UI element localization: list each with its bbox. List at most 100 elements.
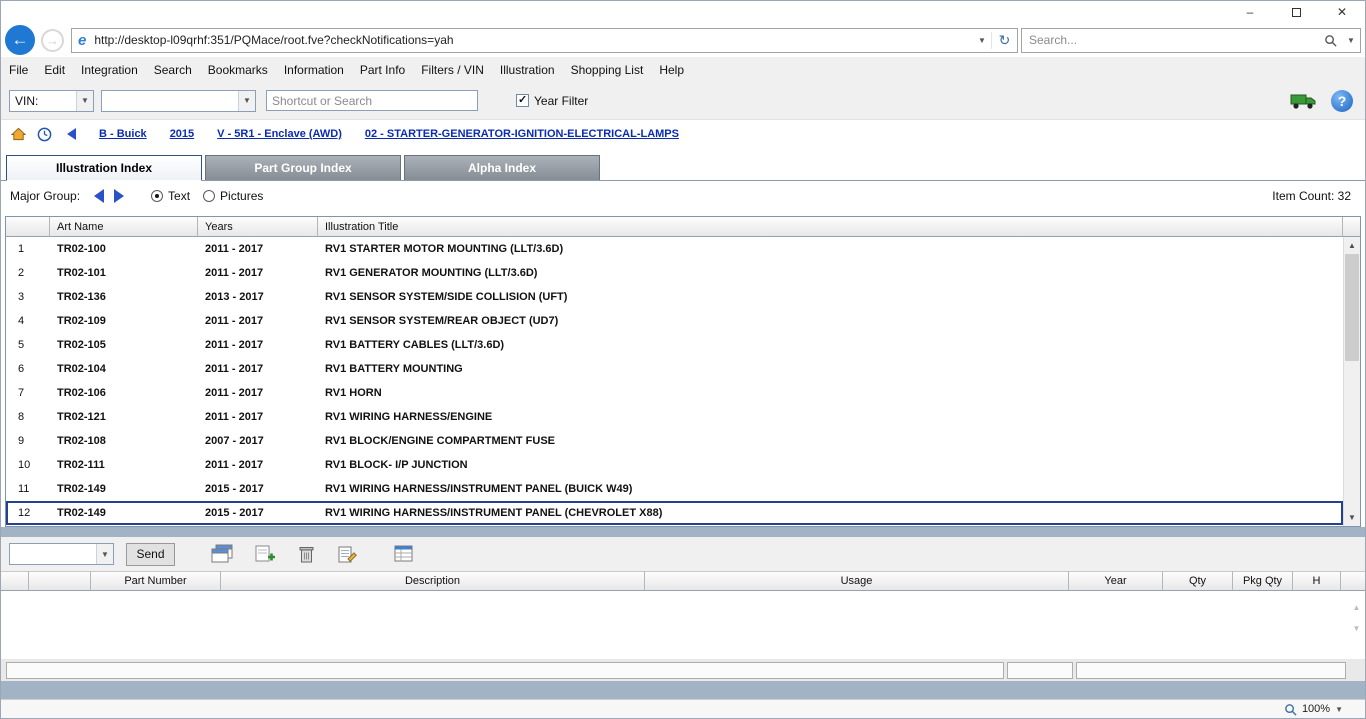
home-icon[interactable]	[11, 127, 26, 141]
row-number-cell: 1	[6, 243, 50, 255]
illustration-table-row[interactable]: 5 TR02-105 2011 - 2017 RV1 BATTERY CABLE…	[6, 333, 1343, 357]
major-group-prev-icon[interactable]	[94, 189, 104, 203]
menu-integration[interactable]: Integration	[73, 63, 146, 77]
scrollbar-thumb[interactable]	[1345, 254, 1359, 361]
delete-trash-icon[interactable]	[297, 544, 316, 564]
minimize-button[interactable]: –	[1227, 1, 1273, 23]
art-name-cell: TR02-136	[50, 291, 198, 303]
menu-edit[interactable]: Edit	[36, 63, 73, 77]
illustration-table-row[interactable]: 9 TR02-108 2007 - 2017 RV1 BLOCK/ENGINE …	[6, 429, 1343, 453]
back-button[interactable]: ←	[5, 25, 35, 55]
parts-header-qty[interactable]: Qty	[1163, 571, 1233, 591]
header-art-name[interactable]: Art Name	[50, 217, 198, 237]
illustration-table-row[interactable]: 10 TR02-111 2011 - 2017 RV1 BLOCK- I/P J…	[6, 453, 1343, 477]
illustration-table-row[interactable]: 3 TR02-136 2013 - 2017 RV1 SENSOR SYSTEM…	[6, 285, 1343, 309]
history-clock-icon[interactable]	[37, 127, 52, 142]
menu-search[interactable]: Search	[146, 63, 200, 77]
zoom-level: 100%	[1302, 703, 1330, 715]
model-dropdown-caret-icon: ▼	[238, 91, 255, 111]
add-item-icon[interactable]	[254, 544, 276, 564]
address-bar[interactable]: e ▼ ↻	[71, 28, 1018, 53]
menu-illustration[interactable]: Illustration	[492, 63, 563, 77]
help-icon[interactable]: ?	[1331, 90, 1353, 112]
search-icon[interactable]	[1318, 34, 1342, 47]
parts-header-description[interactable]: Description	[221, 571, 645, 591]
text-radio[interactable]: Text	[151, 189, 190, 203]
breadcrumb-link-year[interactable]: 2015	[170, 128, 194, 140]
report-list-icon[interactable]	[393, 544, 415, 564]
menu-shopping-list[interactable]: Shopping List	[563, 63, 652, 77]
url-input[interactable]	[92, 29, 973, 52]
parts-scrollbar[interactable]: ▲ ▼	[1348, 591, 1365, 659]
major-group-label: Major Group:	[10, 189, 80, 203]
scroll-down-icon[interactable]: ▼	[1344, 509, 1360, 526]
illustration-table-row[interactable]: 4 TR02-109 2011 - 2017 RV1 SENSOR SYSTEM…	[6, 309, 1343, 333]
breadcrumb-back-icon[interactable]	[67, 128, 76, 140]
shortcut-search-input[interactable]	[266, 90, 478, 111]
illustration-table-row[interactable]: 11 TR02-149 2015 - 2017 RV1 WIRING HARNE…	[6, 477, 1343, 501]
parts-toolbar: ▼ Send	[1, 537, 1365, 571]
tab-part-group-index[interactable]: Part Group Index	[205, 155, 401, 180]
breadcrumb-link-group[interactable]: 02 - STARTER-GENERATOR-IGNITION-ELECTRIC…	[365, 128, 679, 140]
parts-header-year[interactable]: Year	[1069, 571, 1163, 591]
parts-scroll-up-icon[interactable]: ▲	[1353, 603, 1361, 612]
header-row-number[interactable]	[6, 217, 50, 237]
send-button[interactable]: Send	[126, 543, 175, 566]
header-years[interactable]: Years	[198, 217, 318, 237]
parts-header-h[interactable]: H	[1293, 571, 1341, 591]
parts-header-pkg-qty[interactable]: Pkg Qty	[1233, 571, 1293, 591]
parts-action-dropdown[interactable]: ▼	[9, 543, 114, 565]
search-dropdown-icon[interactable]: ▼	[1342, 36, 1360, 45]
row-number-cell: 6	[6, 363, 50, 375]
maximize-button[interactable]	[1273, 1, 1319, 23]
edit-note-icon[interactable]	[337, 544, 358, 564]
close-button[interactable]: ✕	[1319, 1, 1365, 23]
header-illustration-title[interactable]: Illustration Title	[318, 217, 1343, 237]
illustration-table-row[interactable]: 7 TR02-106 2011 - 2017 RV1 HORN	[6, 381, 1343, 405]
zoom-control[interactable]: 100% ▼	[1284, 703, 1343, 716]
menu-file[interactable]: File	[1, 63, 36, 77]
illustration-table-row[interactable]: 8 TR02-121 2011 - 2017 RV1 WIRING HARNES…	[6, 405, 1343, 429]
scrollbar-track[interactable]	[1344, 254, 1360, 509]
menu-part-info[interactable]: Part Info	[352, 63, 413, 77]
tab-illustration-index[interactable]: Illustration Index	[6, 155, 202, 181]
model-dropdown[interactable]: ▼	[101, 90, 256, 112]
parts-action-caret-icon: ▼	[96, 544, 113, 564]
breadcrumb-link-make[interactable]: B - Buick	[99, 128, 147, 140]
major-group-next-icon[interactable]	[114, 189, 124, 203]
menu-help[interactable]: Help	[651, 63, 692, 77]
breadcrumb-link-model[interactable]: V - 5R1 - Enclave (AWD)	[217, 128, 342, 140]
address-dropdown-icon[interactable]: ▼	[973, 36, 991, 45]
illustration-title-cell: RV1 WIRING HARNESS/INSTRUMENT PANEL (BUI…	[318, 483, 1343, 495]
illustration-table-row[interactable]: 2 TR02-101 2011 - 2017 RV1 GENERATOR MOU…	[6, 261, 1343, 285]
panel-splitter[interactable]	[1, 527, 1365, 537]
open-window-icon[interactable]	[211, 544, 233, 564]
forward-arrow-icon: →	[46, 33, 59, 48]
parts-header-part-number[interactable]: Part Number	[91, 571, 221, 591]
row-number-cell: 2	[6, 267, 50, 279]
parts-scroll-down-icon[interactable]: ▼	[1353, 624, 1361, 633]
parts-header-usage[interactable]: Usage	[645, 571, 1069, 591]
scroll-up-icon[interactable]: ▲	[1344, 237, 1360, 254]
refresh-icon[interactable]: ↻	[991, 32, 1017, 49]
menu-bookmarks[interactable]: Bookmarks	[200, 63, 276, 77]
year-filter-checkbox[interactable]	[516, 94, 529, 107]
forward-button[interactable]: →	[41, 29, 64, 52]
text-radio-button[interactable]	[151, 190, 163, 202]
illustration-table-row[interactable]: 6 TR02-104 2011 - 2017 RV1 BATTERY MOUNT…	[6, 357, 1343, 381]
illustration-table-row[interactable]: 12 TR02-149 2015 - 2017 RV1 WIRING HARNE…	[6, 501, 1343, 525]
tab-alpha-index[interactable]: Alpha Index	[404, 155, 600, 180]
year-filter-control[interactable]: Year Filter	[516, 94, 588, 108]
maximize-icon	[1292, 8, 1301, 17]
menu-information[interactable]: Information	[276, 63, 352, 77]
vehicle-truck-icon[interactable]	[1290, 91, 1317, 110]
illustration-table-row[interactable]: 1 TR02-100 2011 - 2017 RV1 STARTER MOTOR…	[6, 237, 1343, 261]
search-input[interactable]	[1022, 32, 1318, 48]
parts-header-select[interactable]	[1, 571, 29, 591]
parts-header-icon-col[interactable]	[29, 571, 91, 591]
pictures-radio[interactable]: Pictures	[203, 189, 263, 203]
pictures-radio-button[interactable]	[203, 190, 215, 202]
menu-filters-vin[interactable]: Filters / VIN	[413, 63, 492, 77]
vin-dropdown[interactable]: VIN: ▼	[9, 90, 94, 112]
vertical-scrollbar[interactable]: ▲ ▼	[1343, 237, 1360, 526]
